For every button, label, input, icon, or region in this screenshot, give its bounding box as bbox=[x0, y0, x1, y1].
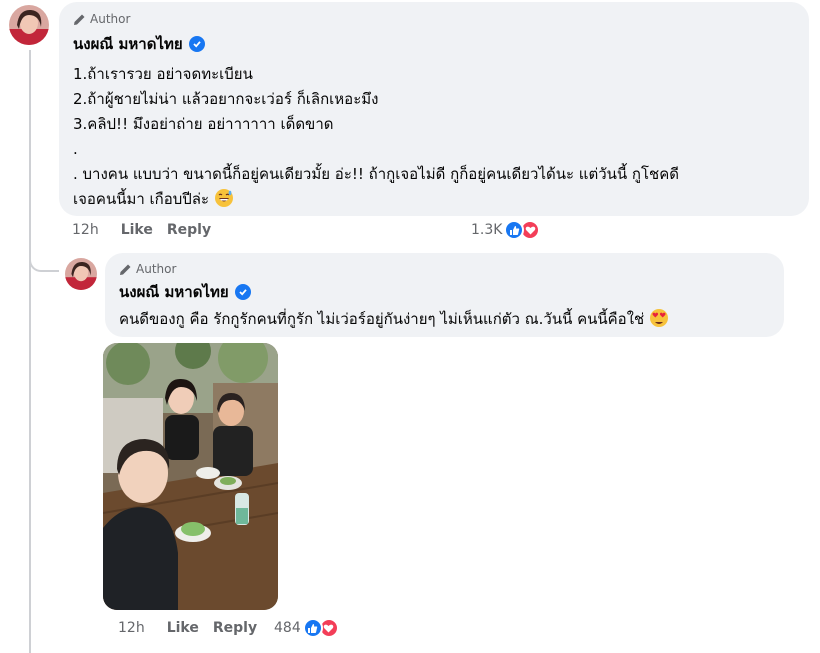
replier-name[interactable]: นงผณี มหาดไทย bbox=[119, 280, 229, 304]
thread-connector bbox=[29, 252, 59, 272]
reply-button[interactable]: Reply bbox=[167, 222, 211, 238]
reaction-count: 484 bbox=[274, 620, 301, 636]
comment-actions: 12h Like Reply bbox=[72, 222, 225, 238]
reaction-summary[interactable]: 484 bbox=[274, 618, 339, 638]
heart-eyes-emoji-icon bbox=[649, 309, 668, 327]
verified-badge-icon bbox=[234, 284, 251, 300]
reply-avatar[interactable] bbox=[65, 258, 97, 290]
verified-badge-icon bbox=[188, 36, 205, 52]
comment-line: 1.ถ้าเรารวย อย่าจดทะเบียน bbox=[73, 65, 253, 83]
comment-line: . bbox=[73, 140, 78, 158]
pencil-icon bbox=[120, 264, 131, 275]
reply-body: คนดีของกู คือ รักกูรักคนที่กูรัก ไม่เว่อ… bbox=[119, 307, 770, 332]
commenter-name[interactable]: นงผณี มหาดไทย bbox=[73, 32, 183, 56]
reaction-summary[interactable]: 1.3K bbox=[471, 220, 541, 240]
thread-line bbox=[29, 50, 31, 653]
reply-photo[interactable] bbox=[103, 343, 278, 610]
comment-body: 1.ถ้าเรารวย อย่าจดทะเบียน 2.ถ้าผู้ชายไม่… bbox=[73, 62, 795, 212]
comment-line-last: เจอคนนี้มา เกือบปีล่ะ bbox=[73, 187, 795, 212]
reaction-count: 1.3K bbox=[471, 222, 503, 238]
author-badge-label: Author bbox=[90, 12, 131, 26]
like-button[interactable]: Like bbox=[121, 222, 153, 238]
comment-line: 3.คลิป!! มึงอย่าถ่าย อย่าาาาาา เด็ดขาด bbox=[73, 115, 334, 133]
comment-bubble: Author นงผณี มหาดไทย 1.ถ้าเรารวย อย่าจดท… bbox=[59, 2, 809, 216]
avatar[interactable] bbox=[9, 5, 49, 45]
comment-timestamp[interactable]: 12h bbox=[72, 222, 99, 238]
grinning-sweat-emoji-icon bbox=[214, 189, 233, 207]
reply-bubble: Author นงผณี มหาดไทย คนดีของกู คือ รักกู… bbox=[105, 253, 784, 337]
pencil-icon bbox=[74, 14, 85, 25]
like-reaction-icon bbox=[504, 220, 525, 240]
author-badge: Author bbox=[73, 12, 795, 26]
like-reaction-icon bbox=[302, 618, 323, 638]
reply-actions: 12h Like Reply bbox=[118, 620, 271, 636]
reply-button[interactable]: Reply bbox=[213, 620, 257, 636]
reply-timestamp[interactable]: 12h bbox=[118, 620, 145, 636]
comment-line: 2.ถ้าผู้ชายไม่น่า แล้วอยากจะเว่อร์ ก็เลิ… bbox=[73, 90, 379, 108]
comment-line: . บางคน แบบว่า ขนาดนี้ก็อยู่คนเดียวมั้ย … bbox=[73, 165, 680, 183]
like-button[interactable]: Like bbox=[167, 620, 199, 636]
author-badge: Author bbox=[119, 262, 770, 276]
author-badge-label: Author bbox=[136, 262, 177, 276]
